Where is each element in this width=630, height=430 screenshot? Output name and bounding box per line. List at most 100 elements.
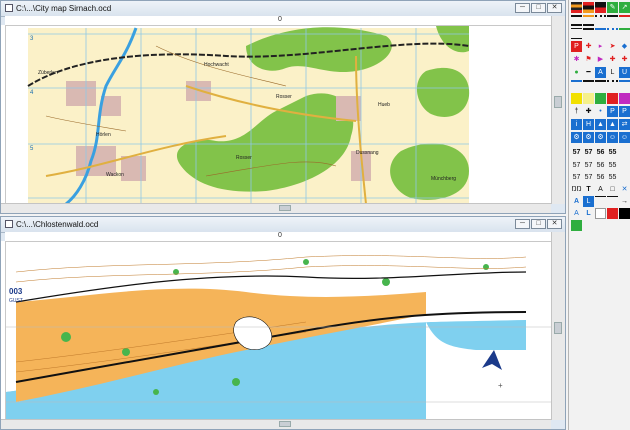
u-symbol-icon[interactable]: U bbox=[619, 67, 630, 78]
line-symbol-icon[interactable] bbox=[583, 2, 594, 13]
horizontal-scrollbar[interactable] bbox=[1, 419, 551, 429]
close-button[interactable]: ✕ bbox=[547, 3, 562, 13]
text-symbol-icon[interactable]: 56 bbox=[595, 172, 606, 183]
arrow-icon[interactable]: ➤ bbox=[607, 41, 618, 52]
line-symbol-icon[interactable] bbox=[595, 196, 606, 207]
line-symbol-icon[interactable] bbox=[583, 28, 594, 39]
triangle-icon[interactable]: ▸ bbox=[595, 41, 606, 52]
close-button[interactable]: ✕ bbox=[547, 219, 562, 229]
vertical-scrollbar[interactable] bbox=[551, 232, 565, 420]
maximize-button[interactable]: □ bbox=[531, 219, 546, 229]
line-symbol-icon[interactable] bbox=[607, 28, 618, 39]
text-symbol-icon[interactable]: 55 bbox=[607, 147, 618, 158]
shape-icon[interactable]: ◆ bbox=[619, 41, 630, 52]
fill-white-icon[interactable] bbox=[595, 208, 606, 219]
map-canvas[interactable]: Züberlen Hochwacht Rosser Hueb Rosser Du… bbox=[6, 26, 551, 204]
text-symbol-icon[interactable]: 56 bbox=[595, 147, 606, 158]
text-symbol-icon[interactable]: 57 bbox=[571, 147, 582, 158]
gear-icon[interactable]: ⚙ bbox=[595, 132, 606, 143]
scroll-thumb[interactable] bbox=[279, 205, 291, 211]
pencil-icon[interactable]: ✎ bbox=[607, 2, 618, 13]
scroll-thumb[interactable] bbox=[554, 96, 562, 108]
text-symbol-icon[interactable]: 55 bbox=[607, 160, 618, 171]
map-window-sirnach[interactable]: C:\...\City map Sirnach.ocd ─ □ ✕ 0 Zübe… bbox=[0, 0, 566, 214]
fill-red-icon[interactable] bbox=[607, 93, 618, 104]
dot-icon[interactable]: • bbox=[595, 106, 606, 117]
fill-red-icon[interactable] bbox=[607, 208, 618, 219]
cross-symbol-icon[interactable]: ✚ bbox=[583, 41, 594, 52]
line-symbol-icon[interactable] bbox=[619, 15, 630, 26]
line-symbol-icon[interactable] bbox=[595, 28, 606, 39]
dagger-icon[interactable]: † bbox=[571, 106, 582, 117]
minimize-button[interactable]: ─ bbox=[515, 3, 530, 13]
line-symbol-icon[interactable] bbox=[583, 80, 594, 91]
line-symbol-icon[interactable]: ━ bbox=[583, 67, 594, 78]
line-symbol-icon[interactable] bbox=[595, 2, 606, 13]
line-symbol-icon[interactable] bbox=[571, 15, 582, 26]
car-icon[interactable]: ⚙ bbox=[583, 132, 594, 143]
map-window-chlostenwald[interactable]: C:\...\Chlostenwald.ocd ─ □ ✕ 0 + 003 GU… bbox=[0, 216, 566, 430]
arrow-right-icon[interactable]: → bbox=[619, 196, 630, 207]
line-symbol-icon[interactable] bbox=[607, 80, 618, 91]
person-icon[interactable]: ☺ bbox=[607, 132, 618, 143]
p-symbol-icon[interactable]: P bbox=[619, 106, 630, 117]
circle-icon[interactable]: ● bbox=[571, 67, 582, 78]
p-symbol-icon[interactable]: P bbox=[607, 106, 618, 117]
car-icon[interactable]: ⚙ bbox=[571, 132, 582, 143]
text-symbol-icon[interactable]: 57 bbox=[571, 160, 582, 171]
arrows-icon[interactable]: ⇄ bbox=[619, 119, 630, 130]
i-symbol-icon[interactable]: i bbox=[571, 119, 582, 130]
triangle-icon[interactable]: ▶ bbox=[595, 54, 606, 65]
star-icon[interactable]: ✱ bbox=[571, 54, 582, 65]
text-symbol-icon[interactable]: 57 bbox=[571, 172, 582, 183]
cross-icon[interactable]: ✕ bbox=[619, 184, 630, 195]
fill-green-icon[interactable] bbox=[595, 93, 606, 104]
text-symbol-icon[interactable]: 56 bbox=[595, 160, 606, 171]
person-icon[interactable]: ☺ bbox=[619, 132, 630, 143]
text-symbol-icon[interactable]: 57 bbox=[583, 172, 594, 183]
fill-magenta-icon[interactable] bbox=[619, 93, 630, 104]
p-symbol-icon[interactable]: P bbox=[571, 41, 582, 52]
line-symbol-icon[interactable] bbox=[619, 80, 630, 91]
square-icon[interactable]: □ bbox=[607, 184, 618, 195]
flag-icon[interactable]: ⚑ bbox=[583, 54, 594, 65]
horizontal-scrollbar[interactable] bbox=[1, 203, 551, 213]
warning-icon[interactable]: ▲ bbox=[607, 119, 618, 130]
window-titlebar[interactable]: C:\...\City map Sirnach.ocd ─ □ ✕ bbox=[1, 1, 565, 17]
fill-green-icon[interactable] bbox=[571, 220, 582, 231]
map-canvas[interactable]: + 003 GUST bbox=[6, 242, 551, 420]
scroll-thumb[interactable] bbox=[279, 421, 291, 427]
arrow-icon[interactable]: ↗ bbox=[619, 2, 630, 13]
plus-icon[interactable]: ✚ bbox=[607, 54, 618, 65]
fill-lightyellow-icon[interactable] bbox=[583, 93, 594, 104]
line-symbol-icon[interactable] bbox=[571, 80, 582, 91]
line-symbol-icon[interactable] bbox=[571, 28, 582, 39]
plus-icon[interactable]: ✚ bbox=[619, 54, 630, 65]
line-symbol-icon[interactable] bbox=[595, 15, 606, 26]
line-symbol-icon[interactable] bbox=[583, 15, 594, 26]
scroll-thumb[interactable] bbox=[554, 322, 562, 334]
a-symbol-icon[interactable]: A bbox=[595, 67, 606, 78]
line-symbol-icon[interactable] bbox=[607, 15, 618, 26]
text-symbol-icon[interactable]: 55 bbox=[607, 172, 618, 183]
l-symbol-icon[interactable]: L bbox=[583, 196, 594, 207]
fill-black-icon[interactable] bbox=[619, 208, 630, 219]
window-titlebar[interactable]: C:\...\Chlostenwald.ocd ─ □ ✕ bbox=[1, 217, 565, 233]
text-symbol-icon[interactable]: 57 bbox=[583, 147, 594, 158]
cross-symbol-icon[interactable]: ✚ bbox=[583, 106, 594, 117]
fill-yellow-icon[interactable] bbox=[571, 93, 582, 104]
h-symbol-icon[interactable]: H bbox=[583, 119, 594, 130]
maximize-button[interactable]: □ bbox=[531, 3, 546, 13]
l-symbol-icon[interactable]: L bbox=[607, 67, 618, 78]
line-symbol-icon[interactable] bbox=[595, 80, 606, 91]
vertical-scrollbar[interactable] bbox=[551, 16, 565, 204]
text-symbol-icon[interactable]: ŊŊ bbox=[571, 184, 582, 195]
a-symbol-icon[interactable]: A bbox=[595, 184, 606, 195]
line-symbol-icon[interactable] bbox=[571, 2, 582, 13]
l-symbol-icon[interactable]: L bbox=[583, 208, 594, 219]
minimize-button[interactable]: ─ bbox=[515, 219, 530, 229]
t-symbol-icon[interactable]: T bbox=[583, 184, 594, 195]
a-symbol-icon[interactable]: A bbox=[571, 196, 582, 207]
text-symbol-icon[interactable]: 57 bbox=[583, 160, 594, 171]
warning-icon[interactable]: ▲ bbox=[595, 119, 606, 130]
